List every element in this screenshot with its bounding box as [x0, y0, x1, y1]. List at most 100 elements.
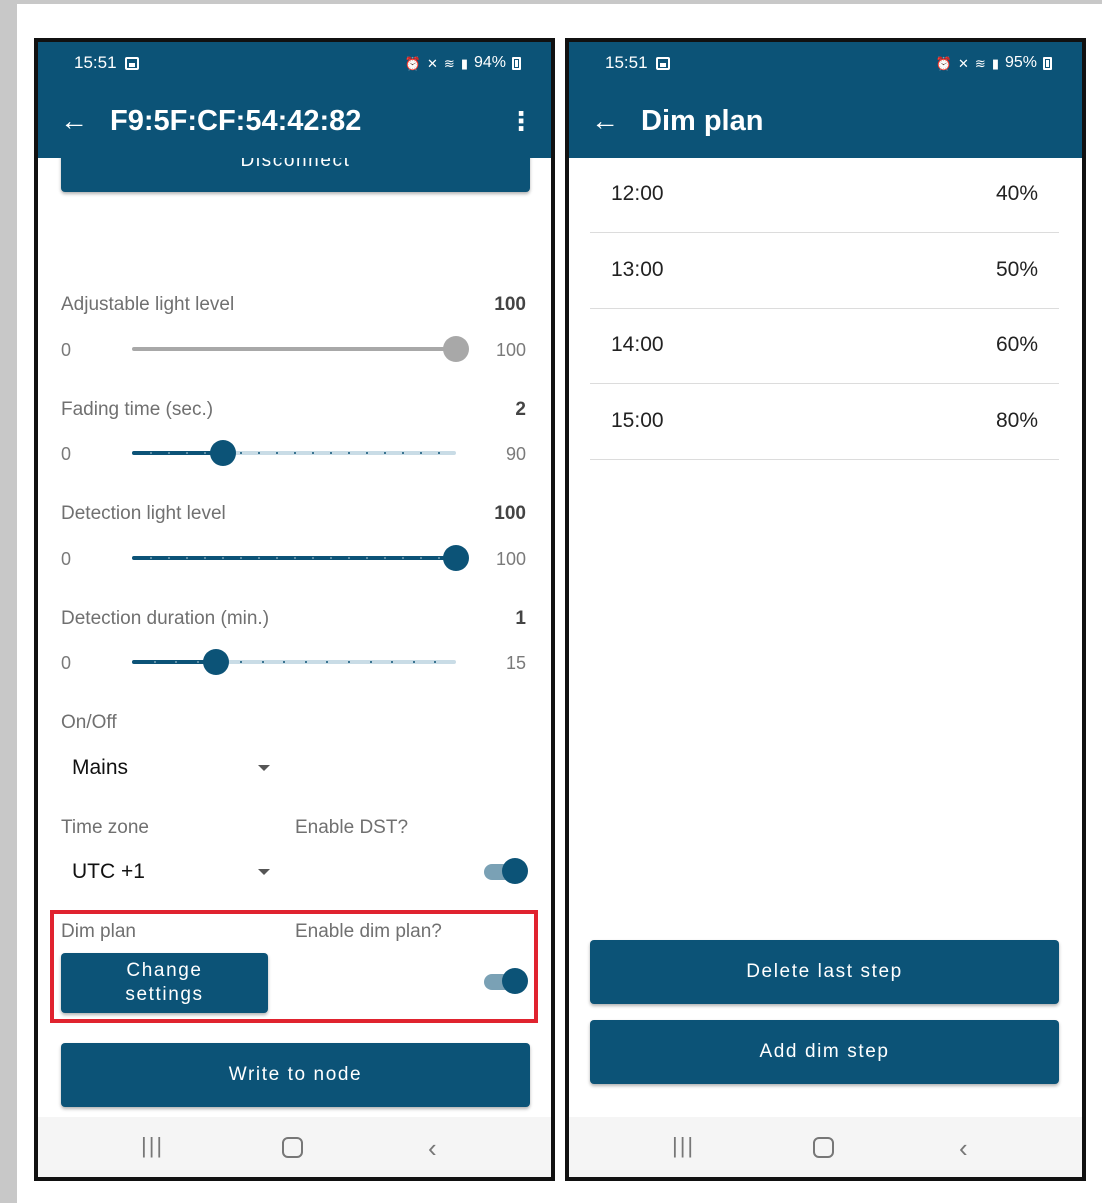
slider-thumb[interactable]	[443, 336, 469, 362]
slider-thumb[interactable]	[443, 545, 469, 571]
slider-tick	[168, 557, 170, 559]
slider-tick	[294, 557, 296, 559]
slider-tick	[258, 557, 260, 559]
slider-tick	[150, 452, 152, 454]
dst-toggle[interactable]	[484, 858, 528, 884]
gallery-icon	[655, 56, 670, 70]
chevron-down-icon	[258, 869, 270, 875]
slider-max: 90	[505, 444, 526, 464]
slider-label: Fading time (sec.)	[61, 399, 214, 420]
recents-icon[interactable]: |||	[672, 1133, 695, 1159]
step-level: 60%	[995, 333, 1038, 356]
slider-tick	[276, 557, 278, 559]
slider-max: 100	[495, 340, 526, 360]
slider-tick	[204, 557, 206, 559]
slider-tick	[330, 557, 332, 559]
slider-max: 15	[505, 653, 526, 673]
slider-tick	[262, 661, 264, 663]
step-time: 15:00	[611, 409, 664, 432]
slider-tick	[420, 557, 422, 559]
wifi-icon: ≋	[974, 55, 986, 71]
slider-tick	[366, 557, 368, 559]
slider-tick	[186, 452, 188, 454]
onoff-dropdown[interactable]: Mains	[61, 748, 281, 788]
slider-tick	[175, 661, 177, 663]
device-settings-screen: 15:51 ⏰ ✕ ≋ ▮ 94% ← F9:5F:CF:54:42:82 ⋮ …	[34, 38, 555, 1181]
slider-thumb[interactable]	[210, 440, 236, 466]
home-icon[interactable]	[282, 1137, 303, 1158]
slider-tick	[305, 661, 307, 663]
delete-last-step-button[interactable]: Delete last step	[590, 940, 1059, 1004]
write-to-node-button[interactable]: Write to node	[61, 1043, 530, 1107]
system-nav-bar: ||| ‹	[569, 1117, 1082, 1177]
system-nav-bar: ||| ‹	[38, 1117, 551, 1177]
adjustable-light-level-slider[interactable]	[132, 336, 469, 362]
recents-icon[interactable]: |||	[141, 1133, 164, 1159]
list-item[interactable]: 13:00 50%	[590, 234, 1059, 309]
home-icon[interactable]	[813, 1137, 834, 1158]
slider-value: 100	[494, 294, 526, 315]
gallery-icon	[124, 56, 139, 70]
signal-icon: ▮	[460, 55, 468, 71]
status-time: 15:51	[605, 53, 648, 72]
nav-back-icon[interactable]: ‹	[959, 1133, 968, 1164]
screenshot-canvas: 15:51 ⏰ ✕ ≋ ▮ 94% ← F9:5F:CF:54:42:82 ⋮ …	[17, 4, 1102, 1203]
slider-tick	[384, 452, 386, 454]
app-bar: ← F9:5F:CF:54:42:82 ⋮	[38, 84, 551, 158]
detection-duration-slider[interactable]	[132, 649, 456, 675]
slider-tick	[240, 452, 242, 454]
slider-tick	[276, 452, 278, 454]
step-level: 40%	[995, 182, 1038, 205]
slider-tick	[348, 557, 350, 559]
list-item[interactable]: 14:00 60%	[590, 309, 1059, 384]
onoff-label: On/Off	[61, 712, 117, 733]
slider-thumb[interactable]	[203, 649, 229, 675]
slider-tick	[326, 661, 328, 663]
slider-label: Detection light level	[61, 503, 226, 524]
slider-min: 0	[61, 340, 72, 360]
change-settings-button[interactable]: Change settings	[61, 953, 268, 1013]
slider-label: Detection duration (min.)	[61, 608, 270, 629]
timezone-dropdown[interactable]: UTC +1	[61, 852, 281, 892]
slider-tick	[240, 661, 242, 663]
slider-tick	[204, 452, 206, 454]
slider-tick	[391, 661, 393, 663]
slider-tick	[186, 557, 188, 559]
slider-min: 0	[61, 549, 72, 569]
dst-label: Enable DST?	[295, 817, 409, 838]
back-arrow-icon[interactable]: ←	[38, 107, 110, 135]
nav-back-icon[interactable]: ‹	[428, 1133, 437, 1164]
fading-time-slider[interactable]	[132, 440, 456, 466]
onoff-value: Mains	[72, 756, 129, 779]
slider-tick	[370, 661, 372, 663]
kebab-menu-icon[interactable]: ⋮	[491, 106, 551, 137]
step-time: 12:00	[611, 182, 664, 205]
slider-tick	[330, 452, 332, 454]
slider-tick	[312, 557, 314, 559]
chevron-down-icon	[258, 765, 270, 771]
battery-percent: 94%	[473, 54, 506, 71]
slider-value: 2	[515, 399, 526, 420]
timezone-label: Time zone	[61, 817, 149, 838]
back-arrow-icon[interactable]: ←	[569, 107, 641, 135]
disconnect-button[interactable]: Disconnect	[61, 158, 530, 192]
step-level: 50%	[995, 258, 1038, 281]
slider-min: 0	[61, 444, 72, 464]
slider-tick	[402, 452, 404, 454]
slider-tick	[312, 452, 314, 454]
slider-tick	[366, 452, 368, 454]
timezone-value: UTC +1	[72, 860, 145, 883]
list-item[interactable]: 12:00 40%	[590, 158, 1059, 233]
slider-max: 100	[495, 549, 526, 569]
slider-value: 100	[494, 503, 526, 524]
detection-light-level-slider[interactable]	[132, 545, 469, 571]
page-title: F9:5F:CF:54:42:82	[110, 104, 362, 137]
list-item[interactable]: 15:00 80%	[590, 385, 1059, 460]
settings-form: Disconnect Adjustable light level 100 0 …	[38, 158, 551, 1117]
slider-tick	[283, 661, 285, 663]
add-dim-step-button[interactable]: Add dim step	[590, 1020, 1059, 1084]
app-bar: ← Dim plan	[569, 84, 1082, 158]
dim-plan-toggle[interactable]	[484, 968, 528, 994]
wifi-icon: ≋	[443, 55, 455, 71]
slider-tick	[348, 452, 350, 454]
